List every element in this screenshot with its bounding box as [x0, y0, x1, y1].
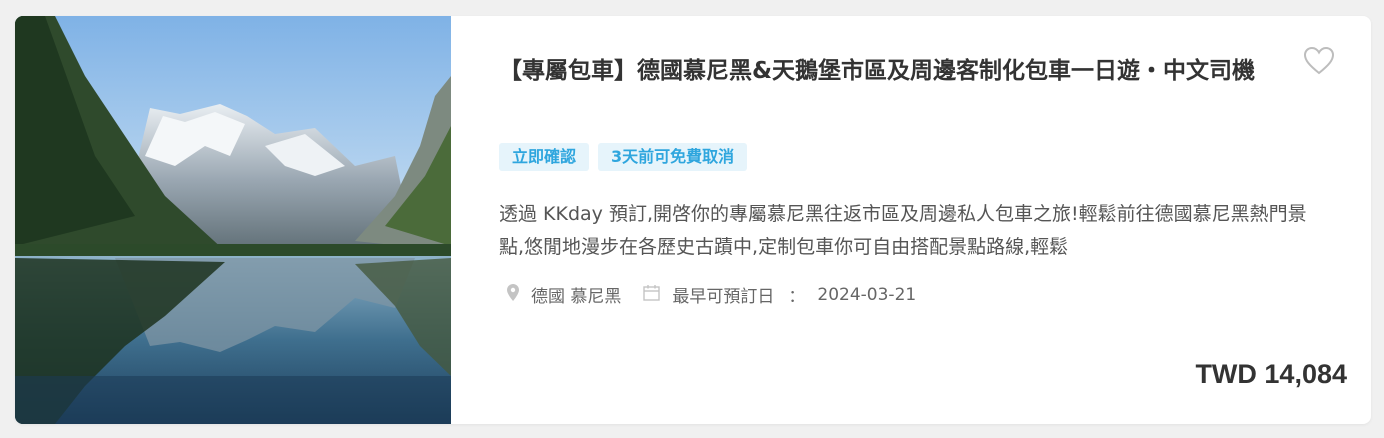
earliest-label: 最早可預訂日: [672, 287, 775, 307]
product-card[interactable]: 【專屬包車】德國慕尼黑&天鵝堡市區及周邊客制化包車一日遊・中文司機 立即確認 3…: [15, 16, 1371, 424]
product-info: 【專屬包車】德國慕尼黑&天鵝堡市區及周邊客制化包車一日遊・中文司機 立即確認 3…: [499, 16, 1371, 424]
product-meta: 德國 慕尼黑 最早可預訂日 ： 2024-03-21: [507, 282, 916, 307]
tag-free-cancel: 3天前可免費取消: [598, 143, 748, 171]
heart-outline-icon[interactable]: [1303, 46, 1335, 76]
location-text: 德國 慕尼黑: [531, 287, 622, 307]
tag-instant-confirm: 立即確認: [499, 143, 590, 171]
map-pin-icon: [507, 283, 519, 306]
calendar-icon: [643, 284, 661, 306]
lake-mountain-photo: [15, 16, 451, 424]
price: TWD 14,084: [1195, 359, 1347, 389]
tag-list: 立即確認 3天前可免費取消: [499, 143, 748, 171]
earliest-separator: ：: [788, 287, 806, 307]
product-image[interactable]: [15, 16, 451, 424]
product-title[interactable]: 【專屬包車】德國慕尼黑&天鵝堡市區及周邊客制化包車一日遊・中文司機: [499, 52, 1299, 91]
earliest-date: 2024-03-21: [817, 284, 917, 305]
product-description: 透過 KKday 預訂,開啓你的專屬慕尼黑往返市區及周邊私人包車之旅!輕鬆前往德…: [499, 203, 1307, 258]
